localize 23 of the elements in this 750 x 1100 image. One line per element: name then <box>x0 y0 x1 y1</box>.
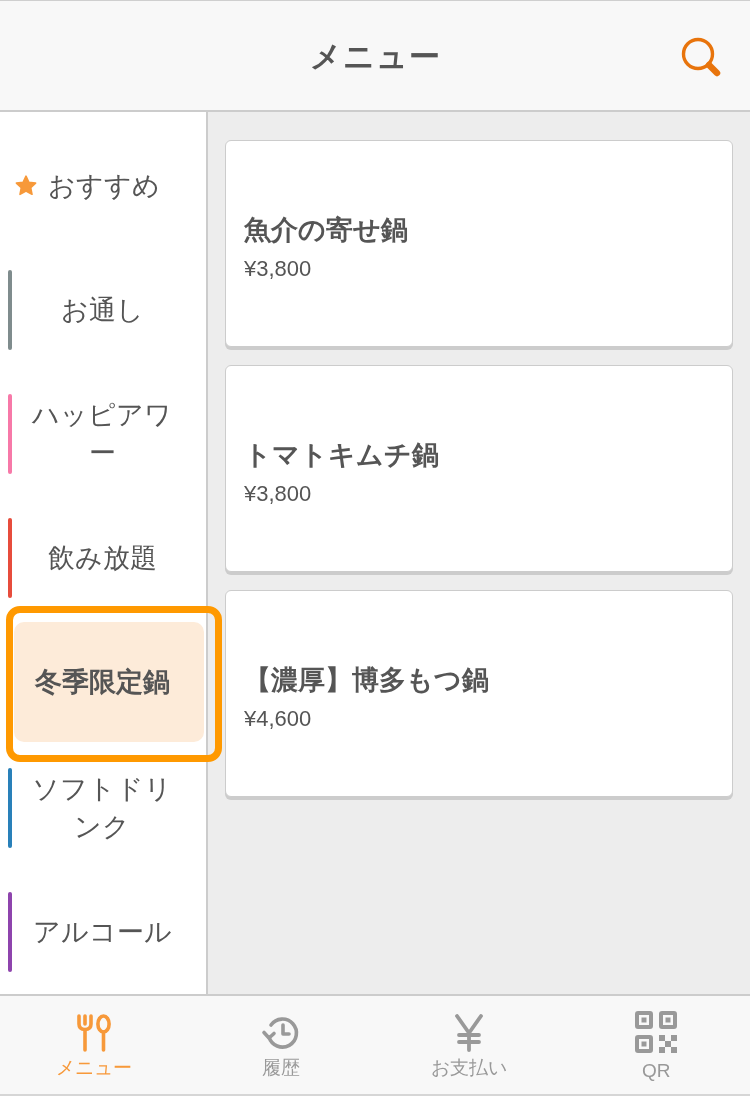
item-price: ¥3,800 <box>244 254 312 283</box>
category-item[interactable]: おすすめ <box>0 124 206 248</box>
category-item[interactable]: ハッピアワー <box>0 372 206 496</box>
category-item[interactable]: 冬季限定鍋 <box>14 622 204 742</box>
menu-item-card[interactable]: トマトキムチ鍋 ¥3,800 <box>225 365 733 572</box>
star-icon <box>14 174 38 198</box>
menu-item-card[interactable]: 魚介の寄せ鍋 ¥3,800 <box>225 140 733 347</box>
qr-code-icon <box>635 1011 678 1053</box>
category-item[interactable]: 飲み放題 <box>0 496 206 620</box>
item-name: トマトキムチ鍋 <box>244 438 439 472</box>
item-name: 魚介の寄せ鍋 <box>244 213 408 247</box>
item-price: ¥4,600 <box>244 704 312 733</box>
category-item[interactable]: アルコール <box>0 870 206 994</box>
item-name: 【濃厚】博多もつ鍋 <box>244 663 489 697</box>
screen-title: メニュー <box>309 37 441 76</box>
fork-spoon-icon <box>75 1014 112 1052</box>
category-item[interactable]: ソフトドリンク <box>0 746 206 870</box>
item-price: ¥3,800 <box>244 479 312 508</box>
search-button[interactable] <box>681 36 721 77</box>
category-item[interactable]: お通し <box>0 248 206 372</box>
menu-item-card[interactable]: 【濃厚】博多もつ鍋 ¥4,600 <box>225 590 733 797</box>
search-icon <box>681 36 721 77</box>
yen-icon <box>453 1014 484 1052</box>
